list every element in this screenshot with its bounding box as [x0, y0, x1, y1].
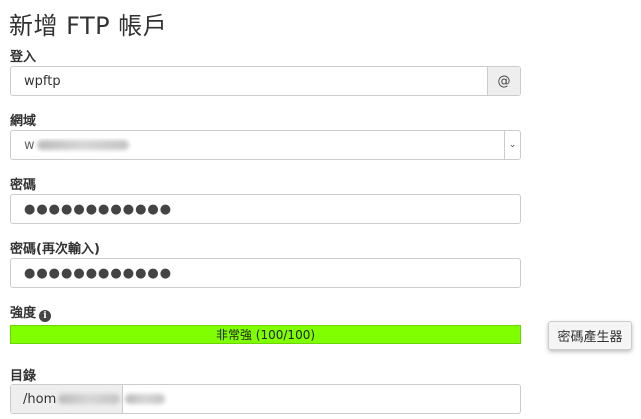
page-title: 新增 FTP 帳戶 — [9, 12, 168, 40]
strength-text: 非常強 (100/100) — [215, 328, 316, 342]
password-confirm-label: 密碼(再次輸入) — [10, 242, 100, 257]
password-confirm-input[interactable]: ●●●●●●●●●●●● — [10, 258, 521, 288]
redacted-domain — [36, 140, 129, 150]
login-label: 登入 — [10, 50, 37, 65]
domain-value: w — [24, 137, 35, 153]
password-value: ●●●●●●●●●●●● — [24, 201, 173, 217]
domain-label: 網域 — [10, 114, 37, 129]
redacted-directory-path — [125, 394, 165, 404]
login-input-value: wpftp — [24, 73, 61, 89]
info-icon[interactable]: i — [39, 310, 52, 322]
strength-label-row: 強度 i — [10, 302, 52, 322]
directory-label: 目錄 — [10, 369, 37, 384]
password-confirm-value: ●●●●●●●●●●●● — [24, 265, 173, 281]
strength-label: 強度 — [10, 306, 37, 321]
redacted-home-path — [58, 394, 121, 404]
at-addon: @ — [487, 67, 520, 95]
directory-input[interactable]: /hom — [10, 384, 521, 414]
password-label: 密碼 — [10, 178, 37, 193]
password-input[interactable]: ●●●●●●●●●●●● — [10, 194, 521, 224]
domain-select[interactable]: w ⌄ — [10, 130, 521, 160]
password-generator-button[interactable]: 密碼產生器 — [548, 321, 632, 350]
strength-meter: 非常強 (100/100) — [10, 325, 521, 344]
directory-prefix: /hom — [11, 385, 123, 413]
login-input[interactable]: wpftp @ — [10, 66, 521, 96]
chevron-down-icon[interactable]: ⌄ — [504, 131, 520, 159]
directory-prefix-text: /hom — [23, 391, 57, 407]
